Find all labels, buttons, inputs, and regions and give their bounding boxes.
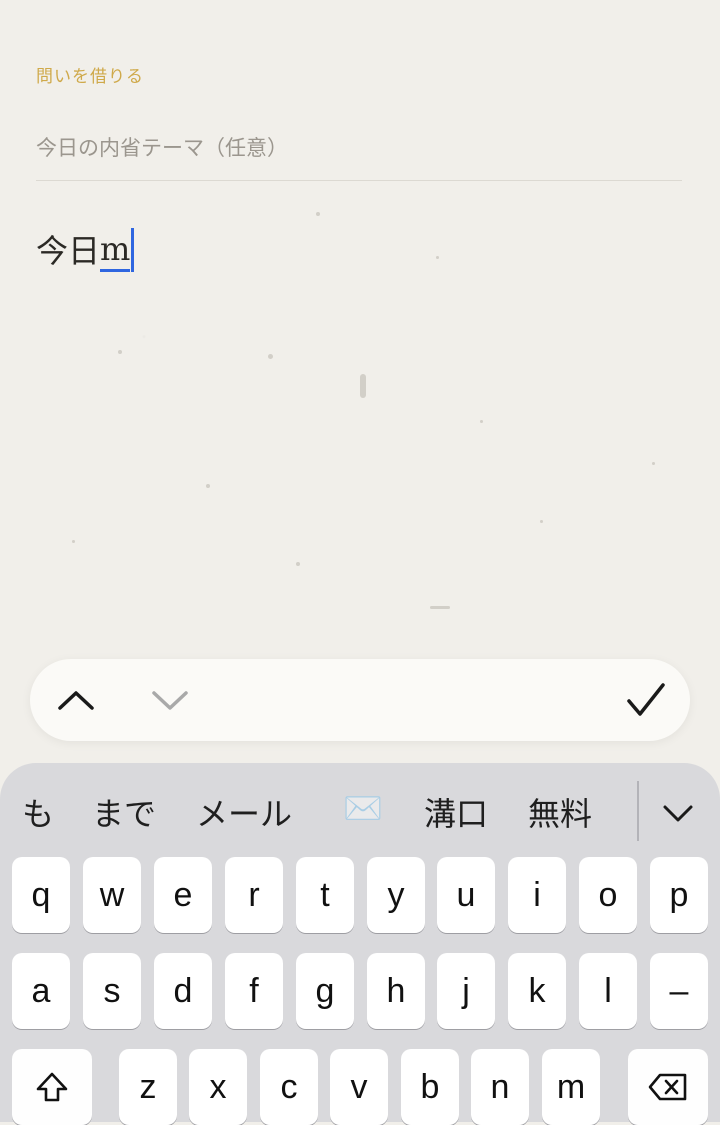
key-r[interactable]: r [225, 857, 283, 933]
theme-input[interactable]: 今日の内省テーマ（任意） [36, 132, 682, 181]
key-e[interactable]: e [154, 857, 212, 933]
candidate-item[interactable]: 溝口 [424, 789, 488, 835]
key-s[interactable]: s [83, 953, 141, 1029]
texture-speck [540, 520, 543, 523]
texture-speck [206, 484, 210, 488]
candidate-item[interactable]: も [22, 789, 54, 835]
texture-speck [430, 606, 450, 609]
key-w[interactable]: w [83, 857, 141, 933]
key-t[interactable]: t [296, 857, 354, 933]
backspace-icon [648, 1073, 687, 1101]
expand-candidates-button[interactable] [662, 795, 694, 833]
key-i[interactable]: i [508, 857, 566, 933]
chevron-down-icon [152, 691, 188, 710]
key-z[interactable]: z [119, 1049, 177, 1125]
input-accessory-toolbar [30, 659, 690, 741]
texture-speck [436, 256, 439, 259]
key-m[interactable]: m [542, 1049, 600, 1125]
key-y[interactable]: y [367, 857, 425, 933]
marked-composition-text: m [100, 229, 131, 272]
key-k[interactable]: k [508, 953, 566, 1029]
candidate-item[interactable]: メール [196, 789, 292, 835]
chevron-down-icon [663, 805, 693, 822]
key-h[interactable]: h [367, 953, 425, 1029]
key-u[interactable]: u [437, 857, 495, 933]
done-button[interactable] [621, 675, 671, 725]
texture-speck [316, 212, 320, 216]
previous-field-button[interactable] [51, 675, 101, 725]
key-b[interactable]: b [401, 1049, 459, 1125]
key-a[interactable]: a [12, 953, 70, 1029]
key-x[interactable]: x [189, 1049, 247, 1125]
texture-speck [296, 562, 300, 566]
key-q[interactable]: q [12, 857, 70, 933]
candidate-divider [637, 781, 639, 841]
candidate-item[interactable]: まで [92, 789, 156, 835]
chevron-up-icon [58, 691, 94, 710]
texture-speck [268, 354, 273, 359]
next-field-button[interactable] [145, 675, 195, 725]
texture-speck [360, 374, 366, 398]
texture-speck [72, 540, 75, 543]
key-d[interactable]: d [154, 953, 212, 1029]
shift-key[interactable] [12, 1049, 92, 1125]
journal-text-area[interactable]: 今日 m [36, 226, 135, 272]
texture-speck [118, 350, 122, 354]
texture-speck [480, 420, 483, 423]
key-o[interactable]: o [579, 857, 637, 933]
keyboard: も まで メール ✉️ 溝口 無料 q w e r t y u i o p a … [0, 763, 720, 1125]
key-c[interactable]: c [260, 1049, 318, 1125]
committed-text: 今日 [36, 232, 101, 270]
shift-icon [36, 1072, 68, 1102]
candidate-bar: も まで メール ✉️ 溝口 無料 [0, 763, 720, 853]
borrow-question-link[interactable]: 問いを借りる [36, 62, 144, 87]
key-g[interactable]: g [296, 953, 354, 1029]
key-j[interactable]: j [437, 953, 495, 1029]
key-f[interactable]: f [225, 953, 283, 1029]
texture-speck [652, 462, 655, 465]
key-v[interactable]: v [330, 1049, 388, 1125]
key-p[interactable]: p [650, 857, 708, 933]
key-n[interactable]: n [471, 1049, 529, 1125]
theme-placeholder: 今日の内省テーマ（任意） [36, 136, 288, 160]
key-long-vowel[interactable]: – [650, 953, 708, 1029]
candidate-item-envelope[interactable]: ✉️ [343, 789, 383, 827]
key-l[interactable]: l [579, 953, 637, 1029]
candidate-item[interactable]: 無料 [528, 789, 592, 835]
checkmark-icon [627, 683, 665, 716]
text-caret [131, 228, 135, 272]
delete-key[interactable] [628, 1049, 708, 1125]
